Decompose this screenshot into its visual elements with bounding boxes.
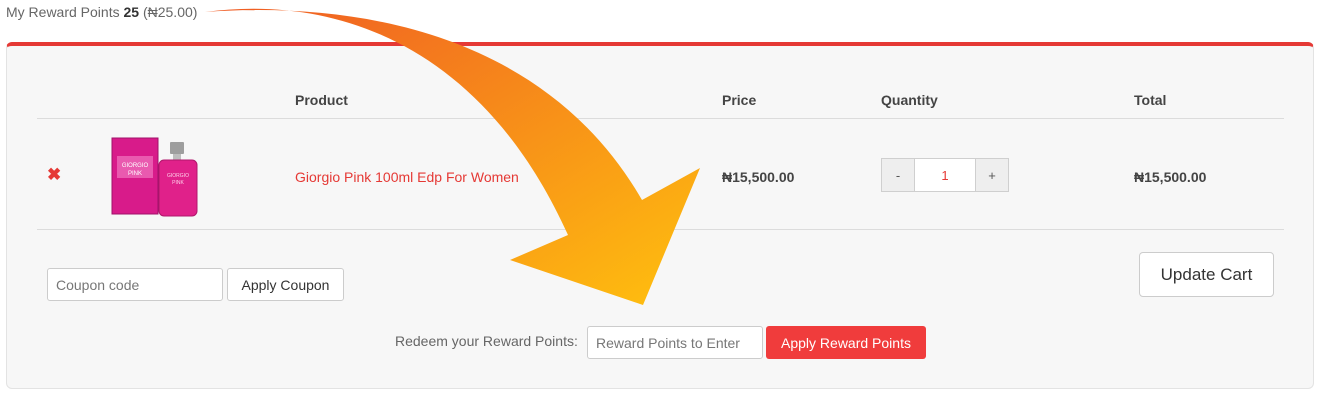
quantity-input[interactable]: [915, 158, 975, 192]
reward-points-count: 25: [123, 4, 140, 20]
product-box-brand: GIORGIO: [122, 163, 149, 169]
reward-points-value: (₦25.00): [142, 4, 198, 20]
product-image[interactable]: GIORGIO PINK GIORGIO PINK: [107, 134, 203, 218]
header-quantity: Quantity: [881, 92, 938, 108]
product-name-link[interactable]: Giorgio Pink 100ml Edp For Women: [295, 169, 519, 185]
product-price: ₦15,500.00: [722, 169, 795, 185]
cart-panel: Product Price Quantity Total ✖ GIORGIO P…: [6, 42, 1314, 389]
apply-coupon-button[interactable]: Apply Coupon: [227, 268, 344, 301]
table-header-divider: [37, 118, 1284, 119]
apply-reward-points-button[interactable]: Apply Reward Points: [766, 326, 926, 359]
product-bottle-brand: GIORGIO: [167, 173, 189, 179]
product-box-name: PINK: [128, 171, 142, 177]
cart-page: My Reward Points 25 (₦25.00) Product Pri…: [0, 0, 1321, 403]
remove-icon[interactable]: ✖: [47, 165, 61, 185]
line-total: ₦15,500.00: [1134, 169, 1207, 185]
quantity-increase-button[interactable]: +: [975, 158, 1009, 192]
redeem-points-label: Redeem your Reward Points:: [395, 333, 578, 349]
quantity-stepper: - +: [881, 158, 1009, 192]
product-bottle-name: PINK: [172, 180, 184, 186]
header-product: Product: [295, 92, 348, 108]
reward-points-label: My Reward Points: [6, 4, 120, 20]
update-cart-button[interactable]: Update Cart: [1139, 252, 1274, 297]
header-price: Price: [722, 92, 757, 108]
quantity-decrease-button[interactable]: -: [881, 158, 915, 192]
reward-points-input[interactable]: [587, 326, 763, 359]
header-total: Total: [1134, 92, 1167, 108]
table-row-divider: [37, 229, 1284, 230]
reward-points-summary: My Reward Points 25 (₦25.00): [6, 4, 197, 20]
coupon-code-input[interactable]: [47, 268, 223, 301]
